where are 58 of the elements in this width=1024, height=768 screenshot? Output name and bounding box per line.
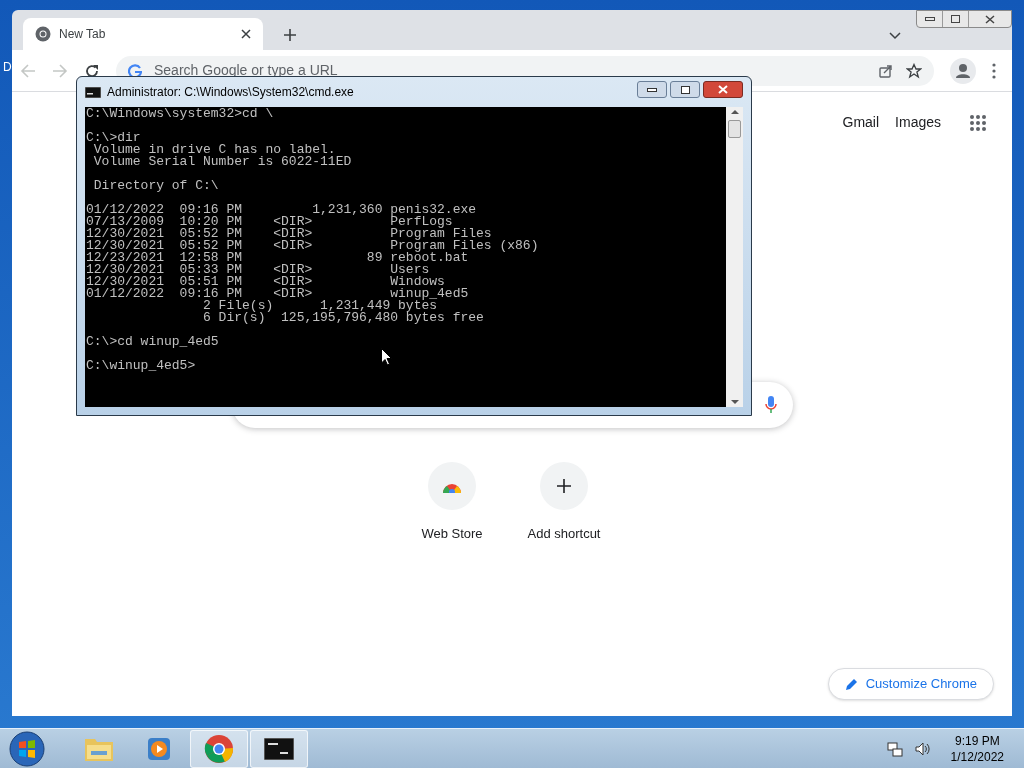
header-link[interactable]: Images — [895, 112, 941, 133]
new-tab-icon[interactable] — [283, 28, 297, 42]
close-icon[interactable] — [241, 29, 251, 39]
share-icon[interactable] — [878, 62, 894, 79]
taskbar-button[interactable] — [250, 729, 308, 768]
star-icon[interactable] — [906, 62, 922, 79]
console-line: 12/30/2021 05:52 PM <DIR> Program Files — [86, 228, 492, 240]
console-line: 07/13/2009 10:20 PM <DIR> PerfLogs — [86, 216, 453, 228]
shortcut-tile[interactable]: Add shortcut — [524, 462, 604, 544]
start-button[interactable] — [8, 729, 46, 768]
console-line: C:\>cd winup_4ed5 — [86, 336, 219, 348]
console-line: 01/12/2022 09:16 PM <DIR> winup_4ed5 — [86, 288, 469, 300]
mouse-cursor-icon — [381, 348, 392, 366]
console-line: 12/30/2021 05:52 PM <DIR> Program Files (x86) — [86, 240, 539, 252]
microphone-icon[interactable] — [765, 396, 777, 414]
reload-icon[interactable] — [84, 62, 100, 79]
pencil-icon — [844, 677, 858, 691]
console-line: 01/12/2022 09:16 PM 1,231,360 penis32.exe — [86, 204, 477, 216]
console-icon — [264, 737, 294, 760]
plus-icon — [556, 478, 572, 494]
volume-icon[interactable] — [914, 740, 931, 757]
console-line: 2 File(s) 1,231,449 bytes — [202, 300, 438, 312]
browser-tab[interactable]: New Tab — [23, 18, 263, 50]
customize-chrome-button[interactable]: Customize Chrome — [827, 668, 994, 700]
console-line: 12/30/2021 05:33 PM <DIR> Users — [86, 264, 430, 276]
profile-icon[interactable] — [950, 57, 976, 84]
clock-date: 1/12/2022 — [950, 748, 1004, 765]
desktop-icon-label: D — [3, 59, 12, 76]
console-line: Volume Serial Number is 6022-11ED — [92, 156, 352, 168]
shortcut-label: Add shortcut — [527, 525, 601, 543]
console-line: Directory of C:\ — [92, 180, 219, 192]
console-line: C:\winup_4ed5> — [86, 360, 196, 372]
chevron-down-icon[interactable] — [889, 32, 901, 40]
window-title: Administrator: C:\Windows\System32\cmd.exe — [107, 84, 354, 101]
network-icon[interactable] — [886, 740, 903, 757]
scrollbar[interactable] — [726, 107, 743, 407]
console-line: 6 Dir(s) 125,195,796,480 bytes free — [202, 312, 484, 324]
maximize-button[interactable] — [670, 81, 700, 98]
chrome-logo-icon — [35, 26, 51, 42]
clock-time: 9:19 PM — [954, 732, 1000, 749]
close-icon — [718, 85, 728, 94]
console-line: C:\>dir — [86, 132, 141, 144]
chrome-icon — [204, 733, 234, 764]
tab-title: New Tab — [59, 26, 107, 43]
console-line: Volume in drive C has no label. — [92, 144, 336, 156]
console-line: 12/23/2021 12:58 PM 89 reboot.bat — [86, 252, 469, 264]
google-logo-icon — [128, 63, 142, 78]
console-line: 12/30/2021 05:51 PM <DIR> Windows — [86, 276, 445, 288]
menu-icon[interactable] — [992, 62, 996, 79]
close-icon — [985, 14, 995, 24]
header-link[interactable]: Gmail — [842, 112, 880, 133]
shortcut-label: Web Store — [421, 525, 483, 543]
minimize-button[interactable] — [637, 81, 667, 98]
close-button[interactable] — [703, 81, 743, 98]
console-line: C:\Windows\system32>cd \ — [86, 108, 274, 120]
shortcut-tile[interactable]: Web Store — [412, 462, 492, 544]
apps-grid-icon[interactable] — [969, 113, 987, 132]
console-icon — [85, 86, 101, 98]
